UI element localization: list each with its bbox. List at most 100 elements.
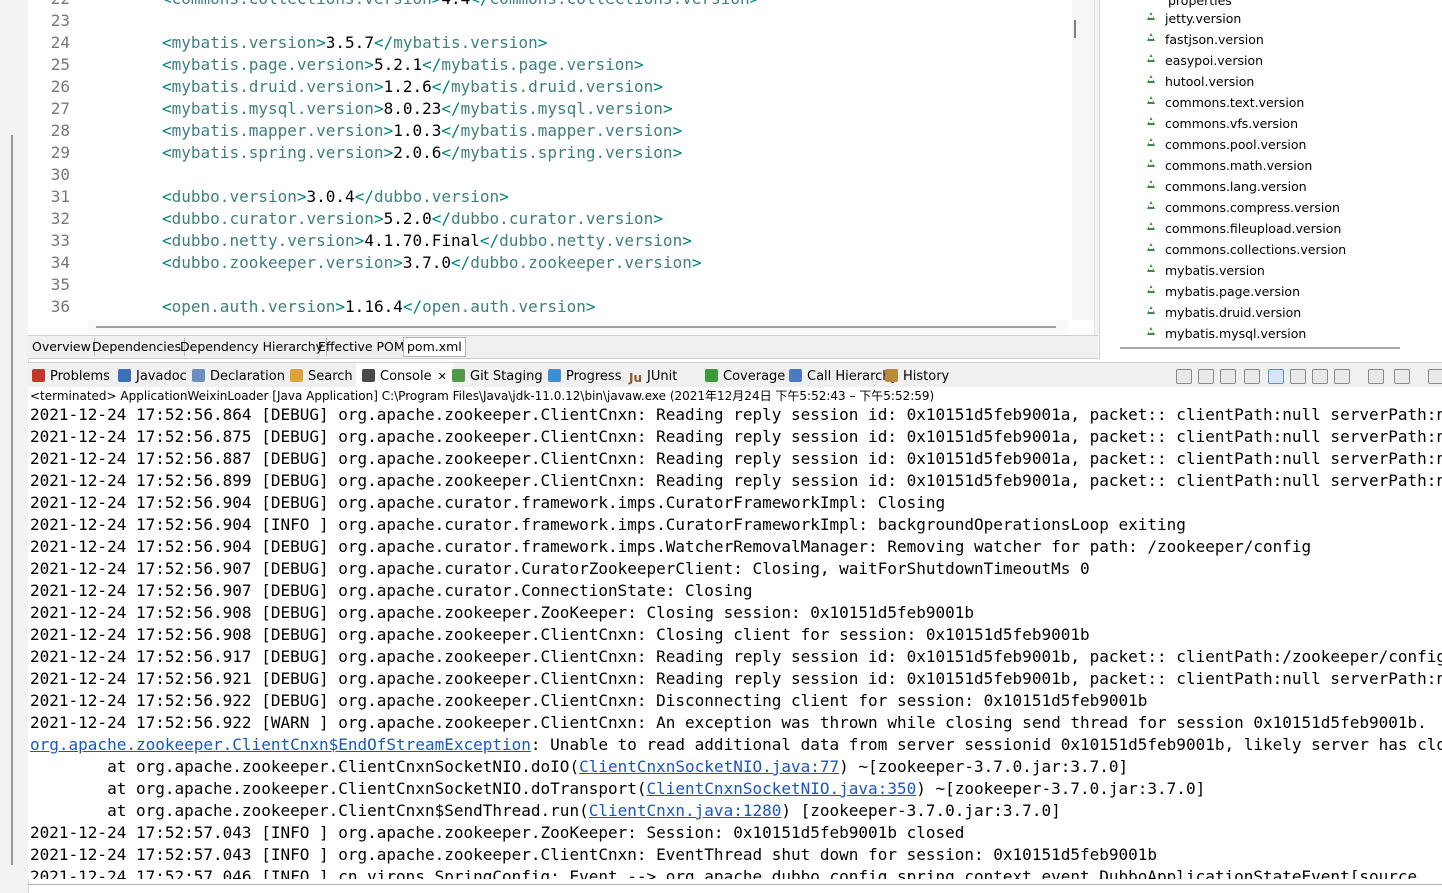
call-hierarchy-icon xyxy=(789,369,802,382)
terminate-icon[interactable] xyxy=(1176,369,1192,384)
close-bracket: > xyxy=(383,143,394,162)
console-line[interactable]: 2021-12-24 17:52:56.907 [DEBUG] org.apac… xyxy=(30,559,1090,578)
close-icon[interactable]: ✕ xyxy=(438,370,447,383)
tab-git-staging[interactable]: Git Staging xyxy=(452,363,543,388)
source-link[interactable]: ClientCnxnSocketNIO.java:350 xyxy=(647,779,917,798)
tab-problems[interactable]: Problems xyxy=(32,363,110,388)
console-line[interactable]: 2021-12-24 17:52:56.922 [WARN ] org.apac… xyxy=(30,713,1427,732)
console-output[interactable]: 2021-12-24 17:52:56.864 [DEBUG] org.apac… xyxy=(28,405,1442,879)
code-line[interactable]: <mybatis.mysql.version>8.0.23</mybatis.m… xyxy=(162,99,673,118)
editor-vertical-scrollbar[interactable] xyxy=(1072,0,1094,320)
console-line[interactable]: at org.apache.zookeeper.ClientCnxn$SendT… xyxy=(30,801,1061,820)
code-line[interactable]: <mybatis.page.version>5.2.1</mybatis.pag… xyxy=(162,55,644,74)
code-line[interactable]: <dubbo.netty.version>4.1.70.Final</dubbo… xyxy=(162,231,692,250)
outline-item[interactable]: hutool.version xyxy=(1147,74,1254,89)
console-line[interactable]: org.apache.zookeeper.ClientCnxn$EndOfStr… xyxy=(30,735,1442,754)
open-bracket-slash: </ xyxy=(402,297,423,316)
code-line[interactable]: <open.auth.version>1.16.4</open.auth.ver… xyxy=(162,297,596,316)
tab-console[interactable]: Console ✕ xyxy=(356,363,453,388)
pom-tab-dependencies[interactable]: Dependencies xyxy=(89,338,185,356)
outline-item[interactable]: commons.fileupload.version xyxy=(1147,221,1341,236)
word-wrap-icon[interactable] xyxy=(1290,369,1306,384)
tab-history[interactable]: History xyxy=(885,363,949,388)
console-line[interactable]: 2021-12-24 17:52:56.922 [DEBUG] org.apac… xyxy=(30,691,1147,710)
outline-item[interactable]: fastjson.version xyxy=(1147,32,1264,47)
console-line[interactable]: 2021-12-24 17:52:56.864 [DEBUG] org.apac… xyxy=(30,405,1442,424)
outline-item[interactable]: mybatis.druid.version xyxy=(1147,305,1301,320)
outline-item[interactable]: jetty.version xyxy=(1147,11,1241,26)
outline-item[interactable]: easypoi.version xyxy=(1147,53,1263,68)
outline-item[interactable]: commons.vfs.version xyxy=(1147,116,1298,131)
outline-item[interactable]: commons.pool.version xyxy=(1147,137,1306,152)
pom-tab-pom-xml[interactable]: pom.xml xyxy=(403,337,466,357)
tab-progress[interactable]: Progress xyxy=(548,363,621,388)
scroll-lock-icon[interactable] xyxy=(1268,369,1284,384)
code-line[interactable]: <commons.collections.version>4.4</common… xyxy=(162,0,759,8)
console-line[interactable]: 2021-12-24 17:52:56.887 [DEBUG] org.apac… xyxy=(30,449,1442,468)
remove-launch-icon[interactable] xyxy=(1198,369,1214,384)
console-line[interactable]: 2021-12-24 17:52:57.043 [INFO ] org.apac… xyxy=(30,823,964,842)
code-line[interactable]: <mybatis.spring.version>2.0.6</mybatis.s… xyxy=(162,143,682,162)
show-on-error-icon[interactable] xyxy=(1334,369,1350,384)
outline-horizontal-scrollbar[interactable] xyxy=(1120,347,1400,349)
tab-label: Progress xyxy=(566,369,622,384)
console-line[interactable]: 2021-12-24 17:52:56.907 [DEBUG] org.apac… xyxy=(30,581,752,600)
source-link[interactable]: ClientCnxnSocketNIO.java:77 xyxy=(579,757,839,776)
outline-item[interactable]: mybatis.version xyxy=(1147,263,1265,278)
console-line[interactable]: at org.apache.zookeeper.ClientCnxnSocket… xyxy=(30,757,1128,776)
code-line[interactable]: <mybatis.mapper.version>1.0.3</mybatis.m… xyxy=(162,121,682,140)
console-line[interactable]: 2021-12-24 17:52:56.908 [DEBUG] org.apac… xyxy=(30,625,1090,644)
show-on-output-icon[interactable] xyxy=(1312,369,1328,384)
outline-item[interactable]: mybatis.mysql.version xyxy=(1147,326,1306,341)
console-line[interactable]: 2021-12-24 17:52:56.899 [DEBUG] org.apac… xyxy=(30,471,1442,490)
console-line[interactable]: 2021-12-24 17:52:56.904 [DEBUG] org.apac… xyxy=(30,493,945,512)
pom-tab-overview[interactable]: Overview xyxy=(29,338,95,356)
tab-junit[interactable]: Ju JUnit xyxy=(629,363,677,388)
source-link[interactable]: ClientCnxn.java:1280 xyxy=(589,801,782,820)
outline-item[interactable]: commons.compress.version xyxy=(1147,200,1340,215)
pom-editor-tabs: Overview Dependencies Dependency Hierarchy… xyxy=(28,335,1098,359)
tab-coverage[interactable]: Coverage xyxy=(705,363,785,388)
remove-all-icon[interactable] xyxy=(1220,369,1236,384)
clear-console-icon[interactable] xyxy=(1244,369,1260,384)
outline-item[interactable]: commons.math.version xyxy=(1147,158,1312,173)
xml-editor[interactable]: 222324252627282930313233343536 <commons.… xyxy=(28,0,1127,335)
code-line[interactable]: <mybatis.druid.version>1.2.6</mybatis.dr… xyxy=(162,77,663,96)
tab-search[interactable]: Search xyxy=(290,363,353,388)
console-line[interactable]: 2021-12-24 17:52:56.917 [DEBUG] org.apac… xyxy=(30,647,1442,666)
outline-item[interactable]: commons.text.version xyxy=(1147,95,1304,110)
console-line[interactable]: 2021-12-24 17:52:57.043 [INFO ] org.apac… xyxy=(30,845,1157,864)
outline-item[interactable]: mybatis.page.version xyxy=(1147,284,1300,299)
outline-item-label: commons.vfs.version xyxy=(1165,116,1298,131)
code-line[interactable]: <dubbo.zookeeper.version>3.7.0</dubbo.zo… xyxy=(162,253,701,272)
open-console-icon[interactable] xyxy=(1428,369,1442,384)
editor-horizontal-scrollbar[interactable] xyxy=(88,320,1068,334)
outline-item[interactable]: commons.lang.version xyxy=(1147,179,1307,194)
console-line[interactable]: 2021-12-24 17:52:56.875 [DEBUG] org.apac… xyxy=(30,427,1442,446)
tab-javadoc[interactable]: Javadoc xyxy=(118,363,187,388)
tab-declaration[interactable]: Declaration xyxy=(192,363,285,388)
code-area[interactable]: <commons.collections.version>4.4</common… xyxy=(80,0,1070,320)
console-line[interactable]: 2021-12-24 17:52:56.908 [DEBUG] org.apac… xyxy=(30,603,974,622)
console-line[interactable]: 2021-12-24 17:52:56.921 [DEBUG] org.apac… xyxy=(30,669,1442,688)
tab-call-hierarchy[interactable]: Call Hierarchy xyxy=(789,363,898,388)
code-line[interactable]: <dubbo.curator.version>5.2.0</dubbo.cura… xyxy=(162,209,663,228)
exception-link[interactable]: org.apache.zookeeper.ClientCnxn$EndOfStr… xyxy=(30,735,531,754)
property-icon xyxy=(1147,327,1155,335)
display-console-icon[interactable] xyxy=(1394,369,1410,384)
xml-value: 5.2.0 xyxy=(383,209,432,228)
close-bracket: > xyxy=(335,297,346,316)
pom-tab-effective-pom[interactable]: Effective POM xyxy=(315,338,409,356)
console-line[interactable]: 2021-12-24 17:52:57.046 [INFO ] cn.viron… xyxy=(30,867,1417,879)
console-line[interactable]: at org.apache.zookeeper.ClientCnxnSocket… xyxy=(30,779,1205,798)
console-line[interactable]: 2021-12-24 17:52:56.904 [DEBUG] org.apac… xyxy=(30,537,1311,556)
outline-item[interactable]: commons.collections.version xyxy=(1147,242,1346,257)
pom-tab-dependency-hierarchy[interactable]: Dependency Hierarchy xyxy=(177,338,328,356)
pin-console-icon[interactable] xyxy=(1368,369,1384,384)
open-bracket: < xyxy=(162,143,172,162)
code-line[interactable]: <mybatis.version>3.5.7</mybatis.version> xyxy=(162,33,547,52)
console-line[interactable]: 2021-12-24 17:52:56.904 [INFO ] org.apac… xyxy=(30,515,1186,534)
line-number: 28 xyxy=(50,121,70,140)
code-line[interactable]: <dubbo.version>3.0.4</dubbo.version> xyxy=(162,187,509,206)
outline-group-properties[interactable]: properties xyxy=(1168,0,1232,8)
